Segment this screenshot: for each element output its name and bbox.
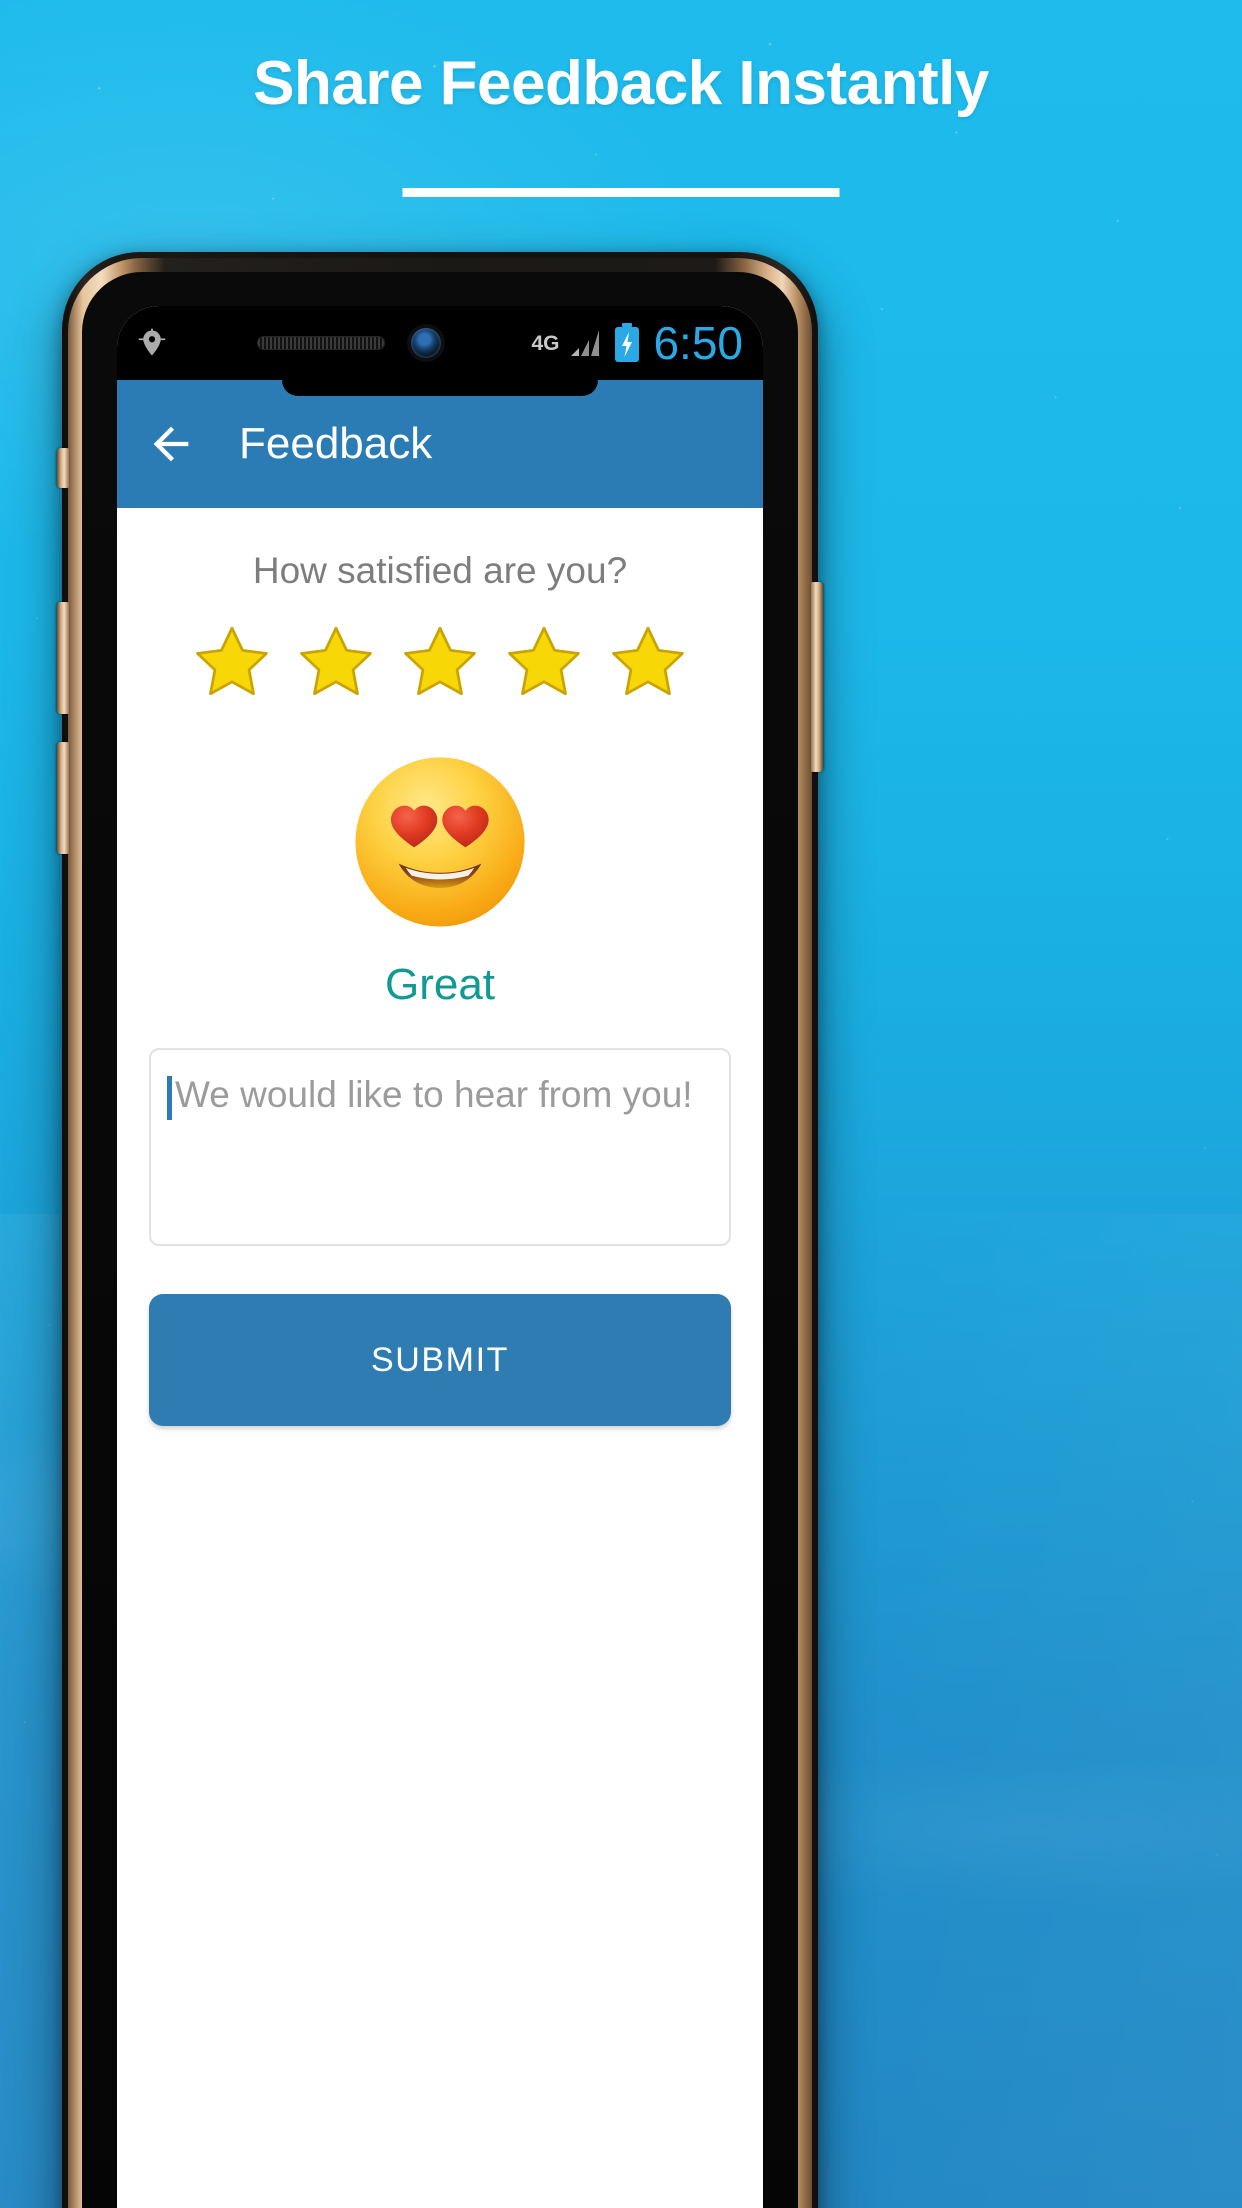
mood-label: Great [384,960,496,1009]
status-bar-center [167,328,531,358]
star-icon[interactable] [295,622,377,704]
comment-input[interactable]: We would like to hear from you! [149,1048,731,1246]
text-caret [167,1076,172,1120]
phone-power-button [811,582,823,772]
smiling-face-with-heart-eyes-icon [355,757,525,927]
promo-headline: Share Feedback Instantly [253,49,989,118]
satisfaction-question: How satisfied are you? [252,550,628,591]
signal-bars-icon [571,330,600,356]
status-bar-clock: 6:50 [653,317,743,369]
phone-mockup: 4G 6:50 Feedback How satisfied are you? … [57,252,823,2208]
front-camera [411,328,442,358]
phone-screen: 4G 6:50 Feedback How satisfied are you? … [117,306,763,2208]
star-icon[interactable] [399,622,481,704]
phone-volume-down-button [57,742,69,854]
status-bar-right: 4G 6:50 [531,320,743,366]
feedback-content: How satisfied are you? Great We would li… [117,508,763,2208]
speaker-grille [257,336,386,350]
network-type-label: 4G [531,331,560,355]
submit-button[interactable]: SUBMIT [149,1294,731,1426]
location-pin-icon [138,328,166,356]
app-bar: Feedback [117,380,763,508]
status-bar: 4G 6:50 [117,306,763,380]
star-icon[interactable] [607,622,689,704]
phone-side-button-top [57,448,69,488]
promo-stage: Share Feedback Instantly 4G 6:50 Feedbac… [0,0,1242,2208]
phone-bezel: 4G 6:50 Feedback How satisfied are you? … [82,272,798,2208]
mood-emoji-wrap [117,752,763,932]
back-arrow-icon[interactable] [145,418,197,470]
screen-notch [282,380,598,396]
status-bar-left [137,328,167,358]
headline-divider [402,188,840,197]
app-bar-title: Feedback [239,419,433,468]
comment-placeholder: We would like to hear from you! [175,1074,693,1115]
phone-volume-up-button [57,602,69,714]
star-icon[interactable] [503,622,585,704]
star-icon[interactable] [191,622,273,704]
battery-charging-icon [615,323,640,362]
star-rating[interactable] [117,622,763,704]
